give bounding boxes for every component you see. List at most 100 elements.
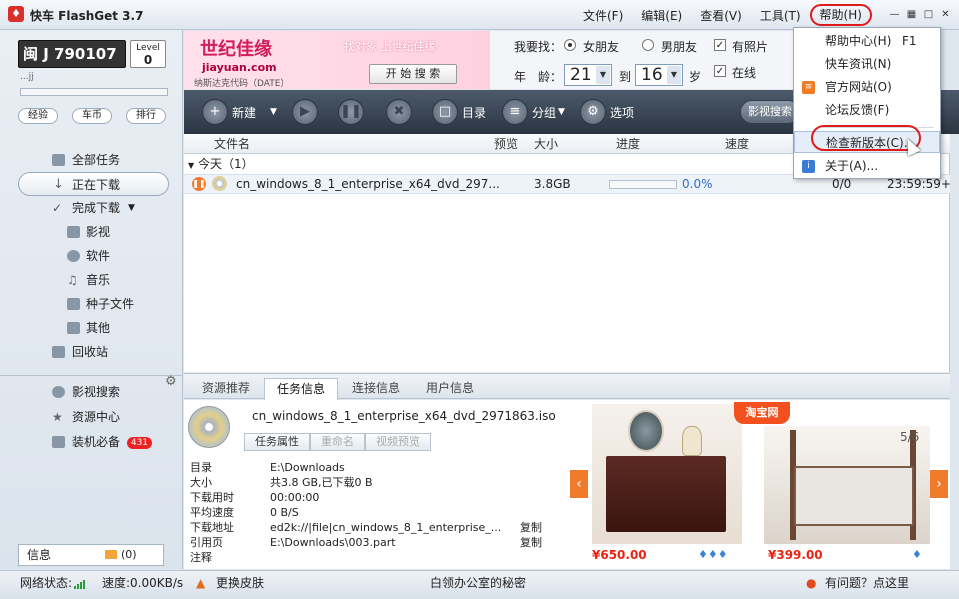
restore-icon[interactable]: ▦ — [906, 9, 917, 20]
col-size[interactable]: 大小 — [534, 134, 558, 154]
sidebar-item-label: 正在下载 — [72, 178, 121, 192]
price-1: ¥650.00 — [592, 548, 647, 562]
gear-icon: ⚙ — [580, 99, 606, 125]
pause-button[interactable]: ❚❚ — [338, 98, 368, 126]
rename-button[interactable]: 重命名 — [310, 433, 365, 451]
sidebar-item-video-search[interactable]: 影视搜索 — [0, 380, 183, 404]
detail-tabs: 资源推荐 任务信息 连接信息 用户信息 — [184, 373, 950, 400]
sidebar-item-label: 资源中心 — [72, 410, 121, 424]
close-icon[interactable]: ✕ — [940, 9, 951, 20]
col-speed[interactable]: 速度 — [725, 134, 749, 154]
col-filename[interactable]: 文件名 — [214, 134, 250, 154]
menu-help[interactable]: 帮助(H) — [809, 4, 872, 26]
sidebar-item-other[interactable]: 其他 — [0, 316, 183, 340]
film-icon — [67, 226, 80, 238]
minimize-icon[interactable]: — — [889, 9, 900, 20]
sidebar-item-label: 影视 — [86, 225, 111, 239]
task-size: 3.8GB — [534, 177, 571, 191]
sidebar-item-software[interactable]: 软件 — [0, 244, 183, 268]
radio-girlfriend[interactable] — [564, 39, 576, 51]
sidebar-item-all-tasks[interactable]: 全部任务 — [0, 148, 183, 172]
detail-key: 下载用时 — [190, 491, 234, 504]
video-search-button[interactable]: 影视搜索 — [740, 100, 800, 124]
sidebar: 闽 J 790107 Level 0 ...jj 经验 车币 排行 全部任务 ↓… — [0, 30, 183, 569]
status-bar: 网络状态: 速度:0.00KB/s ▲ 更换皮肤 白领办公室的秘密 ● 有问题？… — [0, 570, 959, 599]
task-nav: 全部任务 ↓ 正在下载 ✓ 完成下载 ▼ 影视 软件 ♫ 音乐 种子文件 其他 … — [0, 148, 183, 364]
ranking-button[interactable]: 排行 — [126, 108, 166, 124]
experience-button[interactable]: 经验 — [18, 108, 58, 124]
info-box[interactable]: 信息 (0) — [18, 544, 164, 566]
checkbox-online[interactable]: ✓ — [714, 65, 726, 77]
menu-item-official-site[interactable]: ≡ 官方网站(O) — [794, 76, 940, 98]
start-button[interactable]: ▶ — [292, 98, 322, 126]
sidebar-item-recycle-bin[interactable]: 回收站 — [0, 340, 183, 364]
delete-x-icon: ✖ — [386, 99, 412, 125]
age-to-select[interactable]: 16 ▼ — [635, 64, 683, 86]
jiayuan-logo: 世纪佳缘 — [200, 39, 272, 60]
start-search-button[interactable]: 开 始 搜 索 — [369, 64, 457, 84]
user-name-plate[interactable]: 闽 J 790107 — [18, 40, 126, 68]
col-preview[interactable]: 预览 — [494, 134, 518, 154]
directory-button[interactable]: □ 目录 — [432, 98, 486, 126]
menu-item-shortcut: F1 — [902, 34, 917, 48]
copy-link[interactable]: 复制 — [520, 535, 542, 550]
video-preview-button[interactable]: 视频预览 — [365, 433, 431, 451]
sidebar-item-resource-center[interactable]: ★ 资源中心 — [0, 405, 183, 429]
pause-icon[interactable]: ❚❚ — [192, 177, 206, 191]
menu-item-label: 帮助中心(H) — [825, 34, 892, 48]
chevron-right-icon[interactable]: › — [930, 470, 948, 498]
jiayuan-url: jiayuan.com — [202, 61, 277, 74]
checkbox-photo[interactable]: ✓ — [714, 39, 726, 51]
options-label: 选项 — [610, 105, 635, 120]
network-status-label: 网络状态: — [20, 576, 73, 590]
table-image — [606, 456, 726, 532]
menu-bar: 文件(F) 编辑(E) 查看(V) 工具(T) 帮助(H) — [574, 4, 872, 26]
menu-item-forum[interactable]: 论坛反馈(F) — [794, 99, 940, 121]
tab-connection-info[interactable]: 连接信息 — [340, 378, 412, 400]
menu-item-help-center[interactable]: 帮助中心(H) F1 — [794, 30, 940, 52]
menu-view[interactable]: 查看(V) — [691, 7, 751, 26]
sidebar-item-music[interactable]: ♫ 音乐 — [0, 268, 183, 292]
maximize-icon[interactable]: □ — [923, 9, 934, 20]
ad-page-indicator: 5/6 — [900, 430, 920, 444]
news-ticker[interactable]: 白领办公室的秘密 — [430, 571, 526, 595]
sidebar-item-completed[interactable]: ✓ 完成下载 ▼ — [0, 196, 183, 220]
menu-item-news[interactable]: 快车资讯(N) — [794, 53, 940, 75]
col-progress[interactable]: 进度 — [616, 134, 640, 154]
chevron-down-icon[interactable]: ▼ — [270, 107, 277, 117]
jiayuan-slogan: 找对象 上世纪佳缘 — [344, 40, 436, 53]
sidebar-item-downloading[interactable]: ↓ 正在下载 — [18, 172, 169, 196]
detail-value: E:\Downloads\003.part — [270, 536, 396, 549]
help-link[interactable]: 有问题？点这里 — [825, 571, 909, 595]
change-skin-link[interactable]: 更换皮肤 — [216, 571, 264, 595]
delete-button[interactable]: ✖ — [386, 98, 416, 126]
task-properties-button[interactable]: 任务属性 — [244, 433, 310, 451]
sidebar-item-torrent[interactable]: 种子文件 — [0, 292, 183, 316]
group-button[interactable]: ≡ 分组 ▼ — [502, 98, 565, 126]
chevron-down-icon[interactable]: ▼ — [128, 196, 135, 220]
new-task-button[interactable]: + 新建 ▼ — [202, 98, 277, 126]
jiayuan-banner[interactable]: 世纪佳缘 jiayuan.com 纳斯达克代码（DATE） 找对象 上世纪佳缘 … — [184, 31, 490, 89]
flashget-logo-icon: ♦ — [8, 6, 24, 22]
menu-file[interactable]: 文件(F) — [574, 7, 632, 26]
tab-task-info[interactable]: 任务信息 — [264, 378, 339, 400]
copy-link[interactable]: 复制 — [520, 520, 542, 535]
ad-image-furniture[interactable] — [592, 404, 742, 544]
sidebar-item-video[interactable]: 影视 — [0, 220, 183, 244]
age-from-select[interactable]: 21 ▼ — [564, 64, 612, 86]
tab-user-info[interactable]: 用户信息 — [414, 378, 486, 400]
chevron-left-icon[interactable]: ‹ — [570, 470, 588, 498]
sidebar-item-essentials[interactable]: 装机必备 431 — [0, 430, 183, 454]
options-button[interactable]: ⚙ 选项 — [580, 98, 634, 126]
tab-recommend[interactable]: 资源推荐 — [190, 378, 262, 400]
info-count: (0) — [121, 548, 137, 561]
taobao-ad[interactable]: 淘宝网 5/6 ‹ › ¥650.00 ♦♦♦ ¥399.00 ♦ — [568, 400, 950, 569]
plate-image — [628, 410, 664, 452]
task-detail-panel: cn_windows_8_1_enterprise_x64_dvd_297186… — [184, 400, 568, 569]
iso-disc-icon — [188, 406, 230, 448]
menu-edit[interactable]: 编辑(E) — [632, 7, 691, 26]
radio-boyfriend[interactable] — [642, 39, 654, 51]
menu-tools[interactable]: 工具(T) — [751, 7, 810, 26]
coins-button[interactable]: 车币 — [72, 108, 112, 124]
menu-item-about[interactable]: i 关于(A)... — [794, 155, 940, 177]
